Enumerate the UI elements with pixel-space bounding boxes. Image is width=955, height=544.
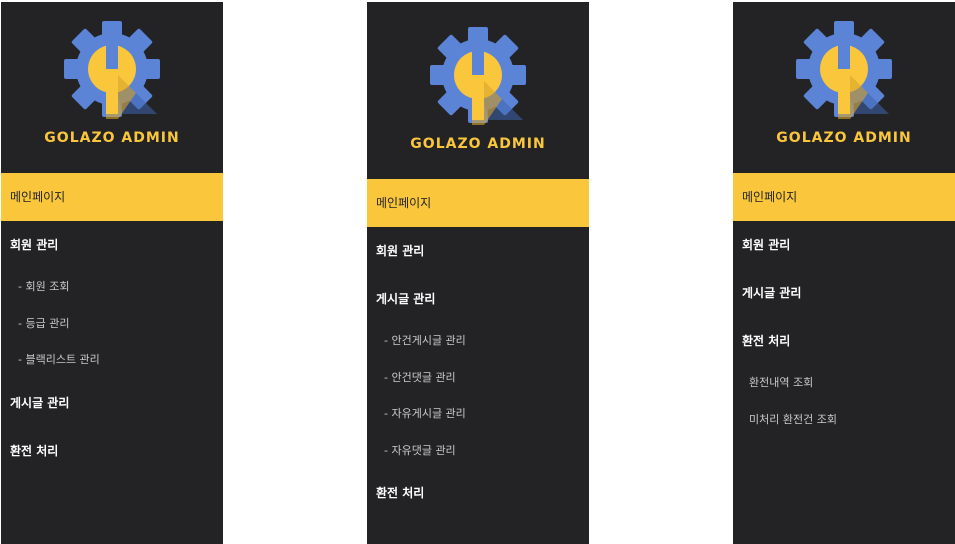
submenu-free-comment-management[interactable]: - 자유댓글 관리 <box>367 433 589 470</box>
gear-wrench-logo-icon <box>796 21 892 119</box>
logo-area: GOLAZO ADMIN <box>1 2 223 173</box>
menu-member-management[interactable]: 회원 관리 <box>1 221 223 269</box>
menu-main-page[interactable]: 메인페이지 <box>733 173 955 221</box>
admin-sidebar-2: GOLAZO ADMIN 메인페이지 회원 관리 게시글 관리 - 안건게시글 … <box>367 2 589 544</box>
brand-title: GOLAZO ADMIN <box>776 130 912 146</box>
admin-sidebar-1: GOLAZO ADMIN 메인페이지 회원 관리 - 회원 조회 - 등급 관리… <box>1 2 223 544</box>
submenu-exchange-history[interactable]: 환전내역 조회 <box>733 365 955 402</box>
gear-wrench-logo-icon <box>64 21 160 119</box>
brand-title: GOLAZO ADMIN <box>44 130 180 146</box>
submenu-free-post-management[interactable]: - 자유게시글 관리 <box>367 396 589 433</box>
menu-main-page[interactable]: 메인페이지 <box>367 179 589 227</box>
menu-exchange-processing[interactable]: 환전 처리 <box>733 317 955 365</box>
submenu-grade-management[interactable]: - 등급 관리 <box>1 306 223 343</box>
submenu-member-lookup[interactable]: - 회원 조회 <box>1 269 223 306</box>
gear-wrench-logo-icon <box>430 27 526 125</box>
menu-main-page[interactable]: 메인페이지 <box>1 173 223 221</box>
menu-post-management[interactable]: 게시글 관리 <box>733 269 955 317</box>
menu-member-management[interactable]: 회원 관리 <box>367 227 589 275</box>
brand-title: GOLAZO ADMIN <box>410 136 546 152</box>
menu-exchange-processing[interactable]: 환전 처리 <box>367 469 589 517</box>
menu-member-management[interactable]: 회원 관리 <box>733 221 955 269</box>
menu-post-management[interactable]: 게시글 관리 <box>367 275 589 323</box>
menu-exchange-processing[interactable]: 환전 처리 <box>1 427 223 475</box>
logo-area: GOLAZO ADMIN <box>367 2 589 179</box>
submenu-agenda-post-management[interactable]: - 안건게시글 관리 <box>367 323 589 360</box>
submenu-unprocessed-exchange[interactable]: 미처리 환전건 조회 <box>733 402 955 439</box>
submenu-agenda-comment-management[interactable]: - 안건댓글 관리 <box>367 360 589 397</box>
menu-post-management[interactable]: 게시글 관리 <box>1 379 223 427</box>
logo-area: GOLAZO ADMIN <box>733 2 955 173</box>
admin-sidebar-3: GOLAZO ADMIN 메인페이지 회원 관리 게시글 관리 환전 처리 환전… <box>733 2 955 544</box>
submenu-blacklist-management[interactable]: - 블랙리스트 관리 <box>1 342 223 379</box>
